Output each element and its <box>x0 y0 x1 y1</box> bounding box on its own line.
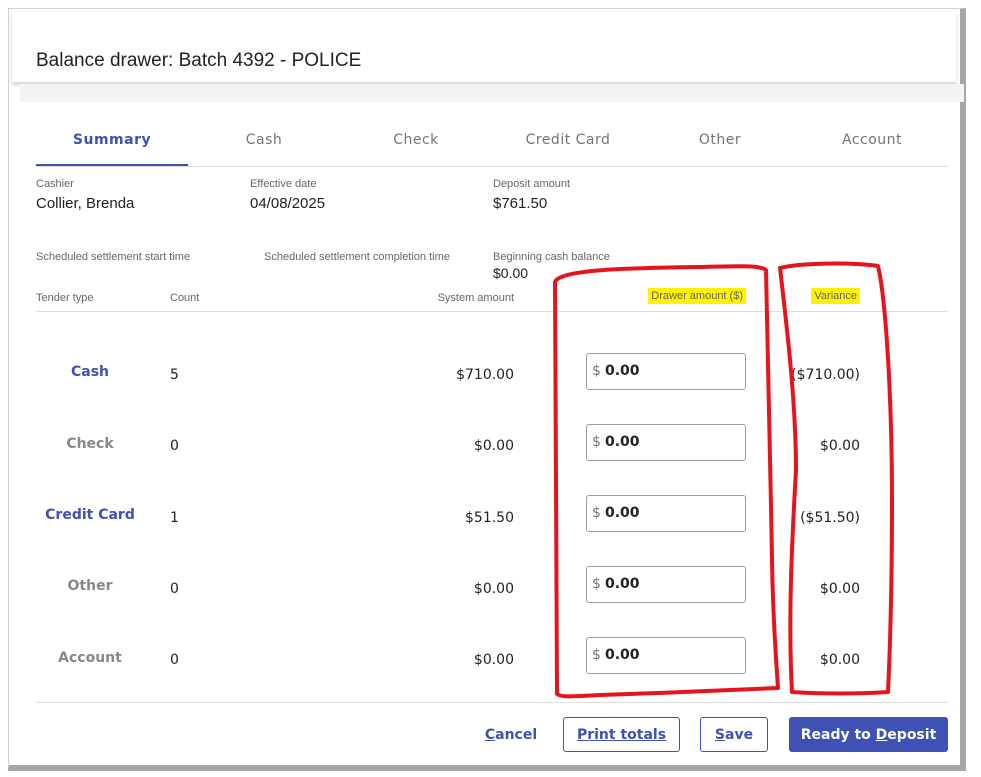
currency-prefix: $ <box>592 576 601 592</box>
drawer-amount-other-field: $ <box>586 566 746 603</box>
settlement-start-label: Scheduled settlement start time <box>36 251 191 263</box>
cancel-button[interactable]: Cancel <box>478 717 544 752</box>
ready-label-rest: eposit <box>887 726 937 743</box>
variance-cash: ($710.00) <box>791 367 860 383</box>
ready-label: Ready to <box>800 726 871 743</box>
currency-prefix: $ <box>592 363 601 379</box>
system-amount-account: $0.00 <box>473 652 514 668</box>
count-check: 0 <box>170 438 179 454</box>
drawer-amount-other-input[interactable] <box>605 574 735 594</box>
tender-account[interactable]: Account <box>40 650 140 666</box>
tender-other[interactable]: Other <box>40 578 140 594</box>
tender-check[interactable]: Check <box>40 436 140 452</box>
drawer-amount-header-text: Drawer amount ($) <box>648 288 746 304</box>
currency-prefix: $ <box>592 505 601 521</box>
system-amount-credit-card: $51.50 <box>465 510 514 526</box>
tab-credit-card[interactable]: Credit Card <box>492 132 644 148</box>
currency-prefix: $ <box>592 434 601 450</box>
beginning-cash-label: Beginning cash balance <box>493 251 610 263</box>
col-header-drawer-amount: Drawer amount ($) <box>600 288 746 304</box>
count-other: 0 <box>170 581 179 597</box>
dialog-title: Balance drawer: Batch 4392 - POLICE <box>36 50 362 71</box>
drawer-amount-cash-input[interactable] <box>605 361 735 381</box>
save-label: ave <box>725 726 754 743</box>
save-button[interactable]: Save <box>700 717 768 752</box>
tender-cash[interactable]: Cash <box>40 364 140 380</box>
drawer-amount-credit-card-input[interactable] <box>605 503 735 523</box>
count-account: 0 <box>170 652 179 668</box>
col-header-system-amount: System amount <box>437 292 514 304</box>
drawer-amount-check-field: $ <box>586 424 746 461</box>
tab-account[interactable]: Account <box>796 132 948 148</box>
count-cash: 5 <box>170 367 179 383</box>
tender-credit-card[interactable]: Credit Card <box>40 507 140 523</box>
tab-cash[interactable]: Cash <box>188 132 340 148</box>
count-credit-card: 1 <box>170 510 179 526</box>
variance-credit-card: ($51.50) <box>800 510 860 526</box>
system-amount-other: $0.00 <box>473 581 514 597</box>
header-divider <box>36 311 948 312</box>
tab-bar: Summary Cash Check Credit Card Other Acc… <box>36 120 948 167</box>
variance-other: $0.00 <box>819 581 860 597</box>
save-mnemonic: S <box>714 726 725 743</box>
tab-summary[interactable]: Summary <box>36 132 188 148</box>
variance-account: $0.00 <box>819 652 860 668</box>
print-mnemonic: P <box>576 726 588 743</box>
system-amount-check: $0.00 <box>473 438 514 454</box>
drawer-amount-check-input[interactable] <box>605 432 735 452</box>
drawer-amount-cash-field: $ <box>586 353 746 390</box>
col-header-count: Count <box>170 292 200 304</box>
variance-header-text: Variance <box>811 288 860 304</box>
print-totals-button[interactable]: Print totals <box>563 717 680 752</box>
beginning-cash-value: $0.00 <box>493 265 529 281</box>
dialog-header: Balance drawer: Batch 4392 - POLICE <box>12 12 956 83</box>
deposit-amount-label: Deposit amount <box>493 178 571 190</box>
cashier-label: Cashier <box>36 178 74 190</box>
settlement-completion-label: Scheduled settlement completion time <box>264 251 450 263</box>
col-header-tender-type: Tender type <box>36 292 94 304</box>
cashier-value: Collier, Brenda <box>36 195 135 212</box>
system-amount-cash: $710.00 <box>456 367 514 383</box>
tab-other[interactable]: Other <box>644 132 796 148</box>
tab-check[interactable]: Check <box>340 132 492 148</box>
variance-check: $0.00 <box>819 438 860 454</box>
ready-mnemonic: D <box>875 726 888 743</box>
effective-date-value: 04/08/2025 <box>250 195 326 212</box>
deposit-amount-value: $761.50 <box>493 195 548 212</box>
cancel-label: ancel <box>495 726 538 743</box>
drawer-amount-credit-card-field: $ <box>586 495 746 532</box>
effective-date-label: Effective date <box>250 178 317 190</box>
footer-divider <box>36 702 948 703</box>
active-tab-indicator <box>36 164 188 166</box>
drawer-amount-account-field: $ <box>586 637 746 674</box>
cancel-mnemonic: C <box>484 726 496 743</box>
col-header-variance: Variance <box>780 288 860 304</box>
header-divider-band <box>20 84 964 102</box>
print-label: rint totals <box>587 726 667 743</box>
ready-to-deposit-button[interactable]: Ready to Deposit <box>789 717 948 752</box>
drawer-amount-account-input[interactable] <box>605 645 735 665</box>
currency-prefix: $ <box>592 647 601 663</box>
